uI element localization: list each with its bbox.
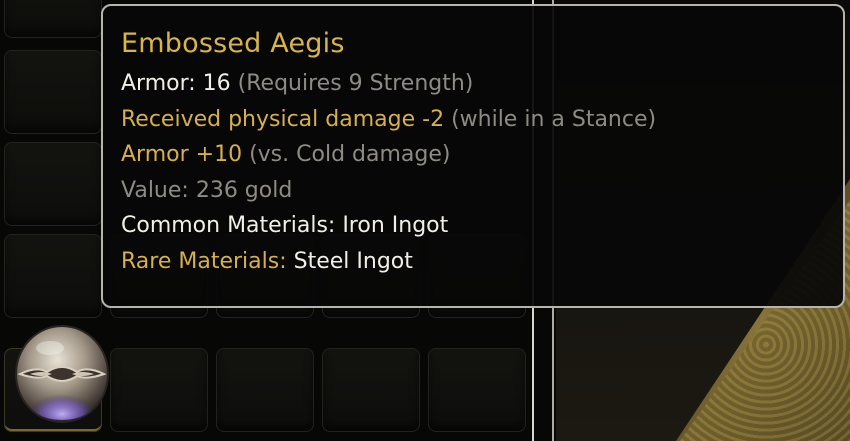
item-value: Value: 236 gold <box>121 177 293 203</box>
inventory-slot[interactable] <box>428 348 526 432</box>
inventory-slot[interactable] <box>4 234 102 318</box>
item-tooltip: Embossed Aegis Armor: 16 (Requires 9 Str… <box>101 4 845 308</box>
inventory-slot[interactable] <box>4 50 102 134</box>
inventory-slot[interactable] <box>322 348 420 432</box>
armor-value: Armor: 16 <box>121 71 231 96</box>
rare-materials-label: Rare Materials: <box>121 248 287 274</box>
common-materials: Common Materials: Iron Ingot <box>121 213 449 238</box>
item-name: Embossed Aegis <box>121 28 345 59</box>
inventory-slot[interactable] <box>4 0 102 38</box>
inventory-slot[interactable] <box>4 142 102 226</box>
inventory-slot[interactable] <box>110 348 208 432</box>
affix-condition: (while in a Stance) <box>451 106 657 132</box>
armor-requirement: (Requires 9 Strength) <box>237 71 474 96</box>
affix-line: Armor +10 (vs. Cold damage) <box>121 137 843 173</box>
affix-text: Received physical damage -2 <box>121 106 445 132</box>
affix-line: Received physical damage -2 (while in a … <box>121 102 843 138</box>
affix-text: Armor +10 <box>121 142 243 167</box>
armor-stat-line: Armor: 16 (Requires 9 Strength) <box>121 66 843 102</box>
round-shield-icon[interactable] <box>12 322 112 424</box>
rare-materials-line: Rare Materials: Steel Ingot <box>121 244 843 280</box>
game-scene: Embossed Aegis Armor: 16 (Requires 9 Str… <box>0 0 850 441</box>
affix-condition: (vs. Cold damage) <box>249 142 451 167</box>
rare-materials-value: Steel Ingot <box>293 248 413 274</box>
inventory-slot[interactable] <box>216 348 314 432</box>
